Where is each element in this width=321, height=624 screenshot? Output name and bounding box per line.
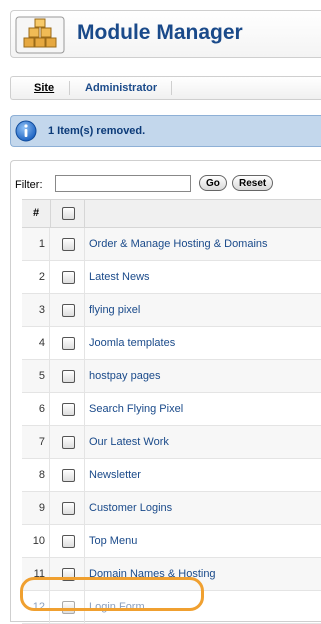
row-number: 2 [22,261,50,293]
page-title: Module Manager [77,21,243,44]
table-row: 7 Our Latest Work [22,426,321,459]
row-number: 8 [22,459,50,491]
tab-separator [69,81,70,95]
table-row: 2 Latest News [22,261,321,294]
tab-site[interactable]: Site [34,82,54,94]
table-row: 6 Search Flying Pixel [22,393,321,426]
filter-input[interactable] [55,175,191,192]
table-row: 10 Top Menu [22,525,321,558]
module-link[interactable]: Search Flying Pixel [89,393,183,425]
go-button[interactable]: Go [199,175,227,191]
module-link[interactable]: hostpay pages [89,360,161,392]
module-link[interactable]: Customer Logins [89,492,172,524]
module-link[interactable]: Order & Manage Hosting & Domains [89,228,268,260]
row-number: 3 [22,294,50,326]
table-row: 9 Customer Logins [22,492,321,525]
column-header-checkbox [51,200,85,227]
module-link[interactable]: Our Latest Work [89,426,169,458]
modules-table: # 1 Order & Manage Hosting & Domains 2 L… [22,199,321,624]
row-number: 9 [22,492,50,524]
highlight-annotation [20,577,204,611]
select-all-checkbox[interactable] [62,207,75,220]
row-number: 5 [22,360,50,392]
row-checkbox[interactable] [62,403,75,416]
module-link[interactable]: flying pixel [89,294,140,326]
row-checkbox[interactable] [62,535,75,548]
tab-separator [171,81,172,95]
column-header-number: # [22,200,51,227]
module-cubes-icon [15,16,65,54]
tab-administrator[interactable]: Administrator [85,82,157,94]
row-number: 1 [22,228,50,260]
row-checkbox[interactable] [62,304,75,317]
row-checkbox[interactable] [62,271,75,284]
table-row: 5 hostpay pages [22,360,321,393]
filter-label: Filter: [15,179,43,191]
row-number: 6 [22,393,50,425]
message-text: 1 Item(s) removed. [48,125,146,137]
module-link[interactable]: Newsletter [89,459,141,491]
row-checkbox[interactable] [62,469,75,482]
module-link[interactable]: Joomla templates [89,327,175,359]
row-number: 4 [22,327,50,359]
table-header: # [22,199,321,228]
header-bar: Module Manager [10,10,321,58]
row-checkbox[interactable] [62,370,75,383]
table-body: 1 Order & Manage Hosting & Domains 2 Lat… [22,228,321,624]
table-row: 8 Newsletter [22,459,321,492]
table-row: 4 Joomla templates [22,327,321,360]
system-message: 1 Item(s) removed. [10,115,321,147]
row-checkbox[interactable] [62,238,75,251]
module-link[interactable]: Latest News [89,261,150,293]
submenu-bar: Site Administrator [10,76,321,100]
row-number: 10 [22,525,50,557]
module-link[interactable]: Top Menu [89,525,137,557]
reset-button[interactable]: Reset [232,175,274,191]
table-row: 1 Order & Manage Hosting & Domains [22,228,321,261]
row-checkbox[interactable] [62,502,75,515]
info-icon [15,120,37,142]
table-row: 3 flying pixel [22,294,321,327]
row-number: 7 [22,426,50,458]
row-checkbox[interactable] [62,337,75,350]
row-checkbox[interactable] [62,436,75,449]
